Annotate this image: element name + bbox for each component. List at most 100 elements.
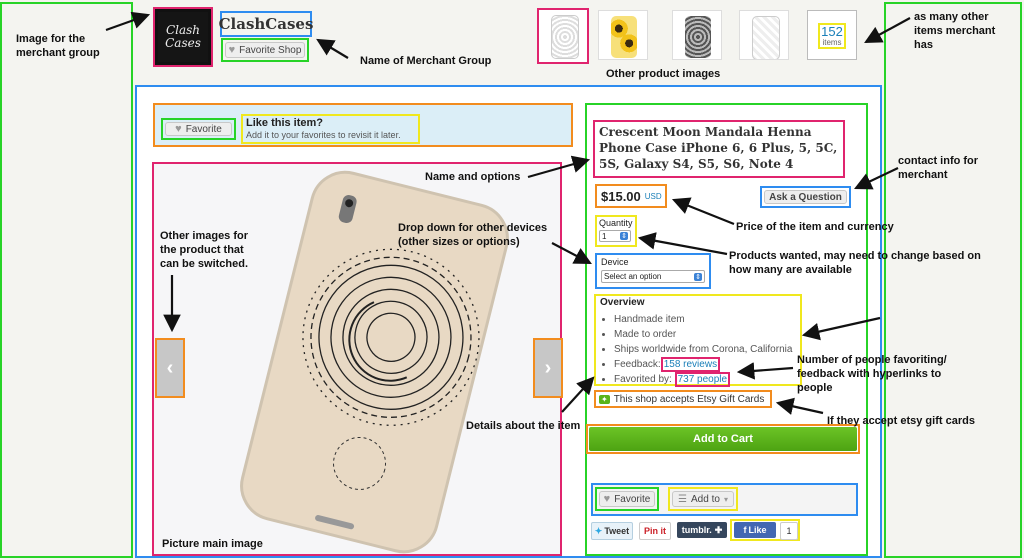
price: $15.00 <box>601 188 641 204</box>
main-image-caption: Picture main image <box>162 538 263 550</box>
item-count-label: items <box>822 38 842 47</box>
thumbnail-3[interactable] <box>672 10 722 60</box>
overview-list: Handmade item Made to order Ships worldw… <box>600 312 796 387</box>
note-details: Details about the item <box>466 420 581 432</box>
note-name-options: Name and options <box>425 171 521 183</box>
favorite-item-label: Favorite <box>185 123 222 135</box>
note-merchant-image: Image for the merchant group <box>16 33 100 59</box>
select-stepper-icon: ⇕ <box>694 272 702 281</box>
quantity-frame: Quantity 1 ⇕ <box>595 215 637 247</box>
favorite-banner-title: Like this item? <box>246 117 324 129</box>
ask-question-label: Ask a Question <box>769 191 842 203</box>
tumblr-button[interactable]: tumblr. ✚ <box>677 522 727 538</box>
pinit-label: Pin it <box>644 526 666 536</box>
overview-feedback: Feedback:158 reviews <box>614 357 796 372</box>
shop-logo[interactable]: Clash Cases <box>153 7 213 67</box>
add-to-label: Add to <box>691 493 720 505</box>
overview-item: Handmade item <box>614 312 796 327</box>
add-to-list-button[interactable]: ☰ Add to ▾ <box>672 491 734 507</box>
shop-name-text: ClashCases <box>218 15 314 33</box>
arrow-merchant-name <box>316 38 349 59</box>
list-icon: ☰ <box>678 493 688 505</box>
chevron-left-icon: ‹ <box>166 356 174 379</box>
product-title-frame: Crescent Moon Mandala Henna Phone Case i… <box>593 120 845 178</box>
add-to-list-frame: ☰ Add to ▾ <box>668 487 738 511</box>
sunflower-case-thumbnail-icon <box>611 16 637 58</box>
left-region-frame <box>0 2 133 558</box>
ask-question-frame: Ask a Question <box>760 186 851 208</box>
price-frame: $15.00 USD <box>595 184 667 208</box>
favorite-action-button[interactable]: ♥ Favorite <box>599 491 655 507</box>
device-label: Device <box>601 257 629 267</box>
feedback-link[interactable]: 158 reviews <box>660 357 721 372</box>
favorited-label: Favorited by: <box>614 374 672 385</box>
note-products-wanted: Products wanted, may need to change base… <box>729 250 981 276</box>
add-to-cart-button[interactable]: Add to Cart <box>589 427 857 451</box>
overview-title: Overview <box>600 297 645 308</box>
chevron-right-icon: › <box>544 356 552 379</box>
device-placeholder: Select an option <box>604 272 662 281</box>
add-to-cart-frame: Add to Cart <box>586 424 860 454</box>
overview-favorited: Favorited by: 737 people <box>614 372 796 387</box>
like-count-value: 1 <box>786 526 792 536</box>
favorite-shop-button[interactable]: ♥ Favorite Shop <box>225 42 305 58</box>
quantity-value: 1 <box>602 231 607 241</box>
overview-item: Ships worldwide from Corona, California <box>614 342 796 357</box>
item-count: 152 <box>821 24 843 39</box>
thumbnail-4[interactable] <box>739 10 789 60</box>
caret-down-icon: ▾ <box>723 494 728 504</box>
heart-icon: ♥ <box>603 493 611 505</box>
like-count: 1 <box>780 522 798 540</box>
favorite-action-frame: ♥ Favorite <box>595 487 659 511</box>
quantity-select[interactable]: 1 ⇕ <box>599 230 631 242</box>
favorite-shop-label: Favorite Shop <box>239 44 302 56</box>
note-price: Price of the item and currency <box>736 221 894 233</box>
note-other-items: as many other items merchant has <box>914 11 996 51</box>
note-gift-cards: If they accept etsy gift cards <box>827 415 975 427</box>
currency: USD <box>644 191 662 201</box>
device-select[interactable]: Select an option ⇕ <box>601 270 705 283</box>
more-items-tile[interactable]: 152 items <box>807 10 857 60</box>
gift-card-icon: ✦ <box>599 394 610 404</box>
ask-question-button[interactable]: Ask a Question <box>764 190 847 204</box>
lace-case-thumbnail-icon <box>752 16 780 59</box>
mandala-dark-case-thumbnail-icon <box>685 16 711 58</box>
shop-logo-text: Clash Cases <box>165 23 201 50</box>
favorite-banner-subtitle: Add it to your favorites to revisit it l… <box>246 130 401 140</box>
facebook-icon: f <box>743 525 747 535</box>
product-title: Crescent Moon Mandala Henna Phone Case i… <box>599 125 838 171</box>
tumblr-label: tumblr. <box>681 525 712 535</box>
item-count-frame: 152 items <box>818 23 846 49</box>
thumbnail-2[interactable] <box>598 10 648 60</box>
tweet-label: Tweet <box>604 526 630 536</box>
favorite-banner-text: Like this item? Add it to your favorites… <box>241 114 420 144</box>
phone-case-thumbnail-icon <box>551 15 579 59</box>
note-switch-images: Other images for the product that can be… <box>160 230 249 270</box>
like-label: Like <box>748 525 767 535</box>
select-stepper-icon: ⇕ <box>620 232 628 240</box>
pinit-button[interactable]: Pin it <box>639 522 671 540</box>
note-num-favoriting: Number of people favoriting/ feedback wi… <box>797 354 947 394</box>
add-to-cart-label: Add to Cart <box>693 433 753 445</box>
quantity-label: Quantity <box>599 218 633 228</box>
heart-icon: ♥ <box>228 44 236 56</box>
tweet-button[interactable]: ✦ Tweet <box>591 522 633 540</box>
shop-name[interactable]: ClashCases <box>218 11 314 37</box>
favorited-link[interactable]: 737 people <box>674 372 731 387</box>
note-dropdown: Drop down for other devices (other sizes… <box>398 222 548 248</box>
prev-image-button[interactable]: ‹ <box>155 338 185 398</box>
like-button[interactable]: f Like <box>734 522 776 538</box>
note-other-images: Other product images <box>606 68 721 80</box>
favorite-item-button[interactable]: ♥ Favorite <box>165 122 232 136</box>
heart-icon: ♥ <box>175 123 182 135</box>
next-image-button[interactable]: › <box>533 338 563 398</box>
gift-cards-text: This shop accepts Etsy Gift Cards <box>613 393 765 405</box>
gift-cards-frame: ✦ This shop accepts Etsy Gift Cards <box>594 390 772 408</box>
favorite-action-label: Favorite <box>614 493 651 505</box>
thumbnail-1[interactable] <box>537 8 589 64</box>
right-region-frame <box>884 2 1022 558</box>
plus-icon: ✚ <box>714 524 723 535</box>
overview-item: Made to order <box>614 327 796 342</box>
note-contact: contact info for merchant <box>898 155 979 181</box>
favorite-shop-button-frame: ♥ Favorite Shop <box>221 38 309 62</box>
